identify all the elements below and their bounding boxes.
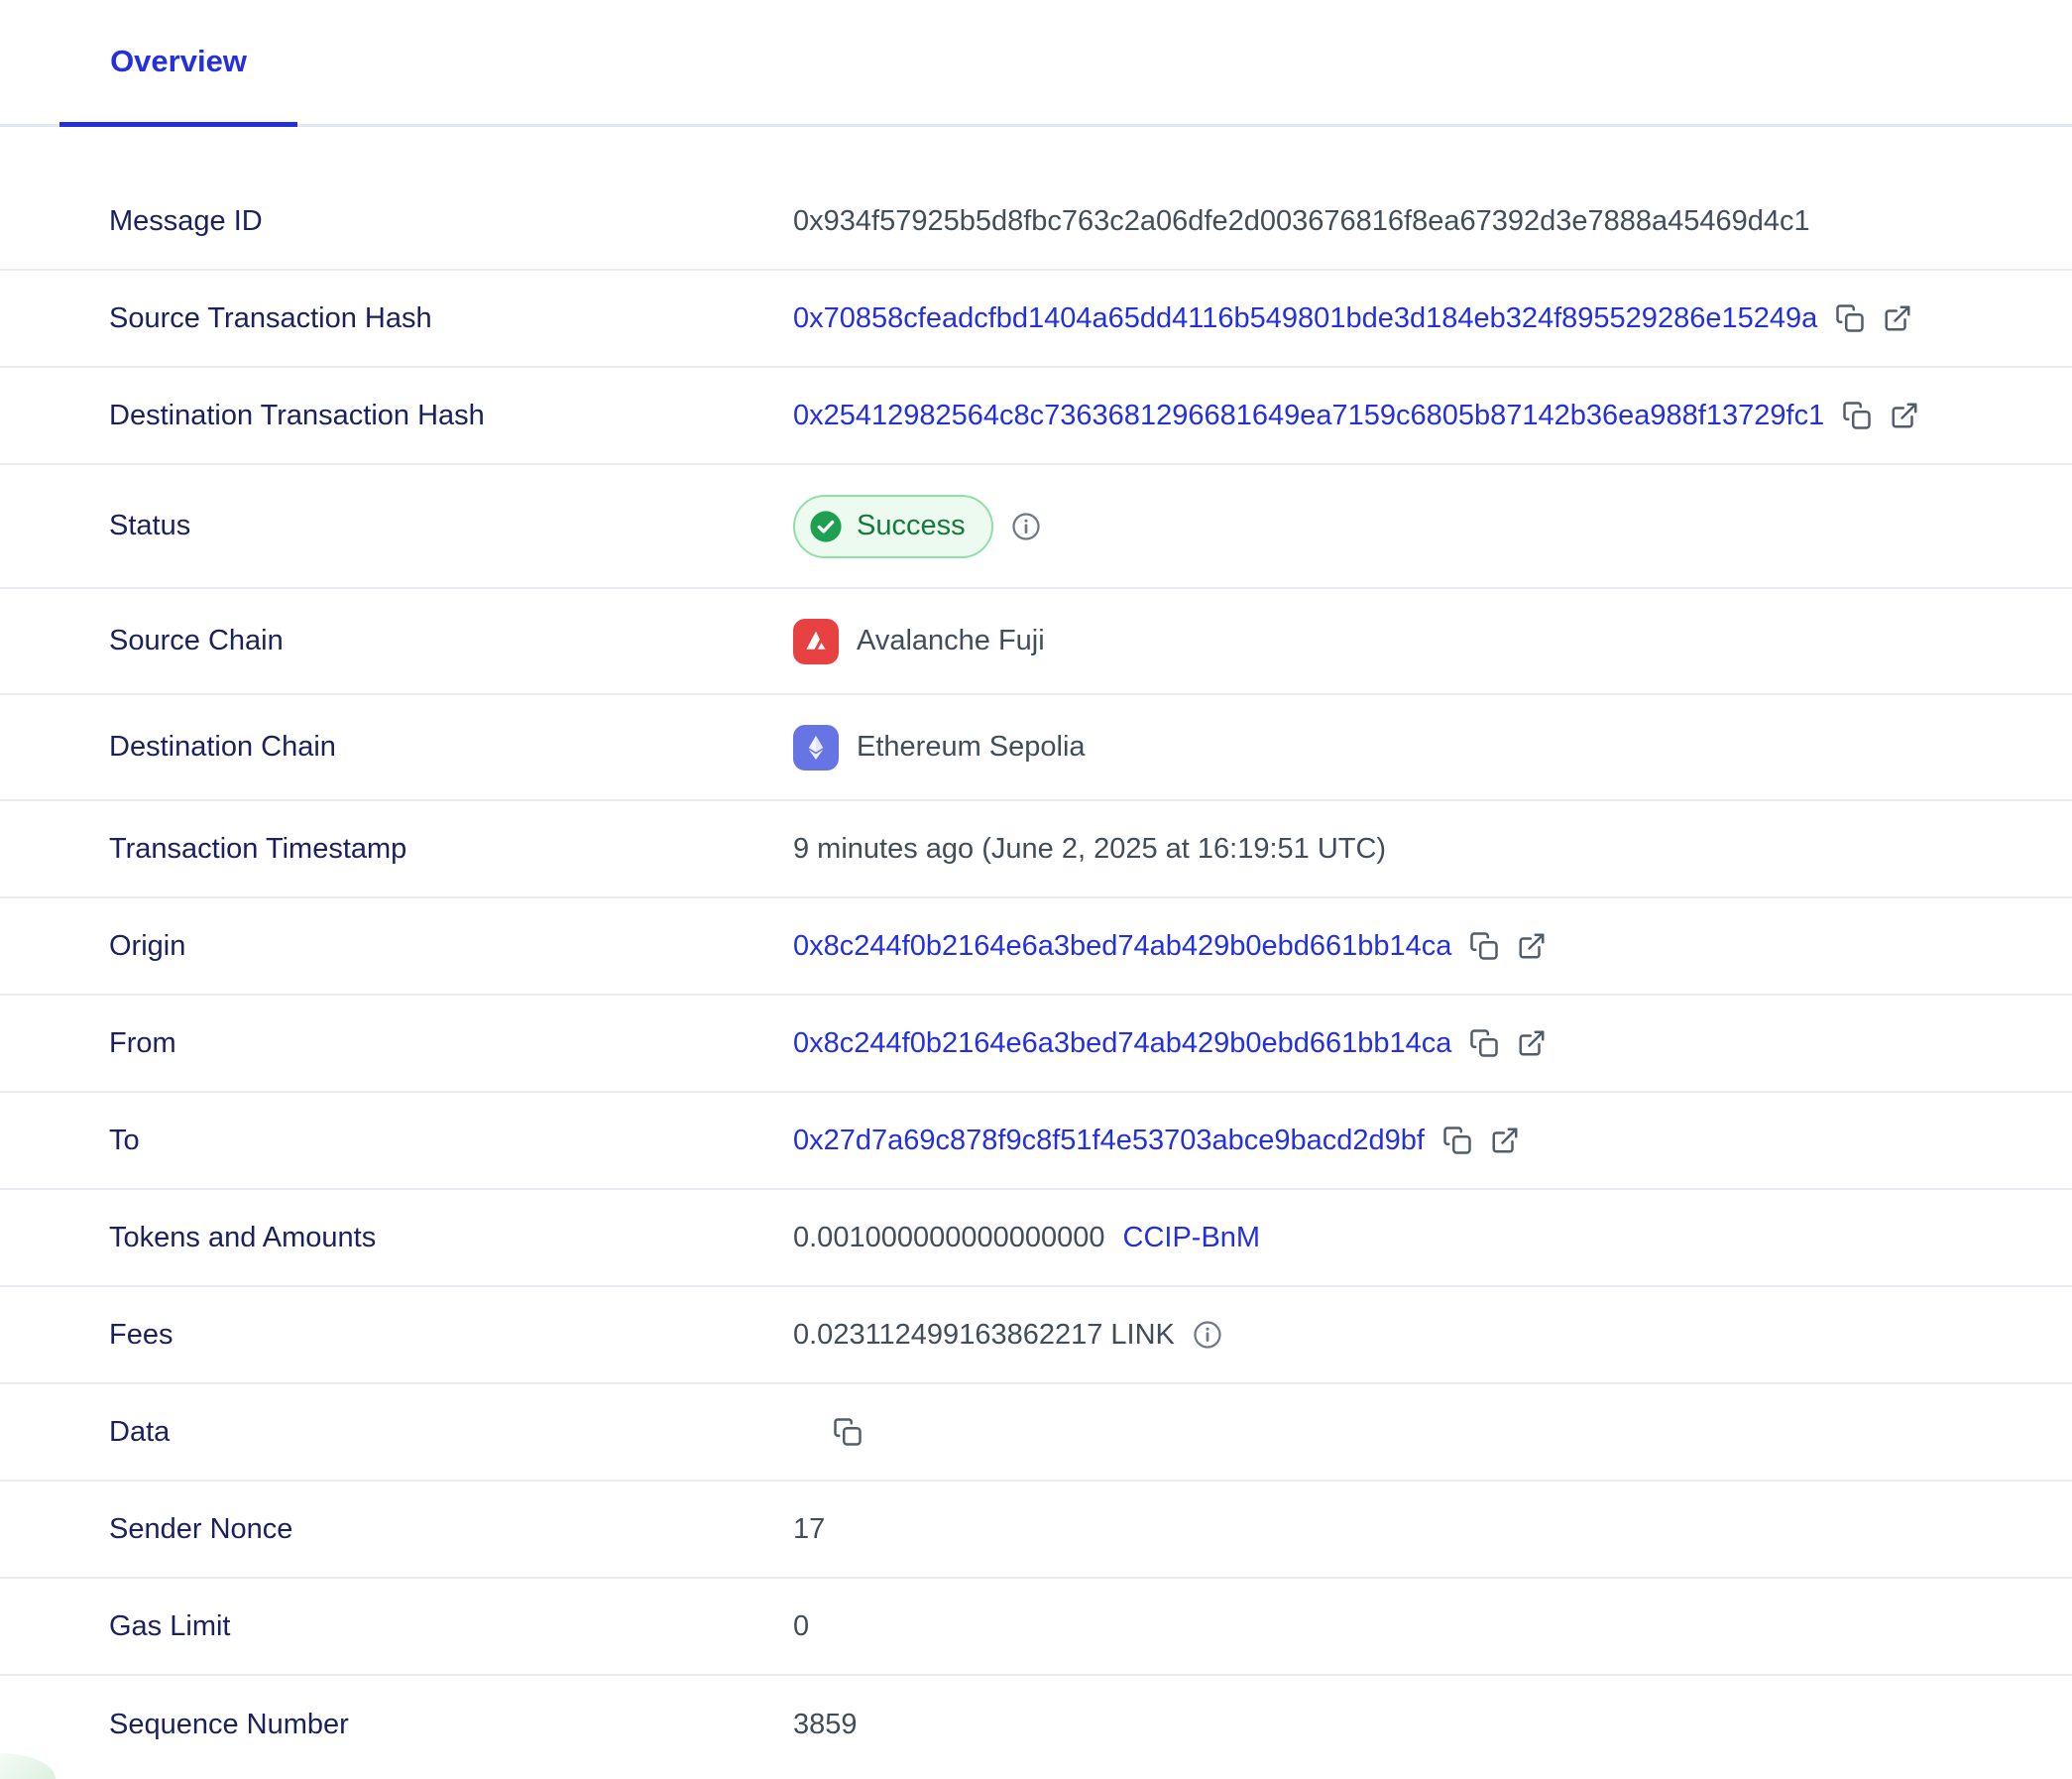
copy-icon[interactable] [833,1417,863,1447]
fees-value: 0.023112499163862217 LINK [793,1319,1175,1352]
copy-icon[interactable] [1469,931,1499,961]
token-symbol-link[interactable]: CCIP-BnM [1123,1222,1261,1254]
to-label: To [109,1125,793,1157]
message-id-value: 0x934f57925b5d8fbc763c2a06dfe2d003676816… [793,205,1810,238]
transaction-timestamp-value: 9 minutes ago (June 2, 2025 at 16:19:51 … [793,833,1386,866]
info-icon[interactable] [1011,512,1041,541]
row-source-tx-hash: Source Transaction Hash 0x70858cfeadcfbd… [0,271,2072,368]
status-label: Status [109,510,793,542]
info-icon[interactable] [1193,1320,1222,1350]
row-destination-chain: Destination Chain Ethereum Sepolia [0,695,2072,801]
source-chain-label: Source Chain [109,625,793,657]
destination-chain-label: Destination Chain [109,731,793,764]
row-gas-limit: Gas Limit 0 [0,1579,2072,1676]
status-badge-label: Success [857,510,966,542]
external-link-icon[interactable] [1517,931,1547,961]
row-status: Status Success [0,465,2072,589]
destination-chain-value: Ethereum Sepolia [857,731,1086,764]
external-link-icon[interactable] [1883,303,1912,333]
tab-overview-label: Overview [110,44,247,79]
transaction-details-table: Message ID 0x934f57925b5d8fbc763c2a06dfe… [0,174,2072,1773]
source-chain-value: Avalanche Fuji [857,625,1045,657]
copy-icon[interactable] [1442,1126,1472,1155]
ethereum-logo-icon [793,725,839,771]
token-amount-value: 0.001000000000000000 [793,1222,1105,1254]
gas-limit-value: 0 [793,1610,809,1643]
check-circle-icon [809,510,843,543]
copy-icon[interactable] [1835,303,1865,333]
source-tx-hash-label: Source Transaction Hash [109,302,793,335]
copy-icon[interactable] [1842,401,1872,430]
origin-label: Origin [109,930,793,963]
tab-bar: Overview [0,0,2072,127]
to-address-link[interactable]: 0x27d7a69c878f9c8f51f4e53703abce9bacd2d9… [793,1125,1425,1157]
data-label: Data [109,1416,793,1449]
row-transaction-timestamp: Transaction Timestamp 9 minutes ago (Jun… [0,801,2072,898]
sequence-number-value: 3859 [793,1709,858,1741]
sender-nonce-value: 17 [793,1513,825,1546]
sequence-number-label: Sequence Number [109,1709,793,1741]
row-data: Data [0,1384,2072,1482]
from-label: From [109,1027,793,1060]
row-source-chain: Source Chain Avalanche Fuji [0,589,2072,695]
transaction-timestamp-label: Transaction Timestamp [109,833,793,866]
source-tx-hash-link[interactable]: 0x70858cfeadcfbd1404a65dd4116b549801bde3… [793,302,1817,335]
tokens-and-amounts-label: Tokens and Amounts [109,1222,793,1254]
external-link-icon[interactable] [1890,401,1919,430]
status-badge: Success [793,495,993,558]
origin-address-link[interactable]: 0x8c244f0b2164e6a3bed74ab429b0ebd661bb14… [793,930,1451,963]
row-fees: Fees 0.023112499163862217 LINK [0,1287,2072,1384]
ccip-transaction-overview-page: Overview Message ID 0x934f57925b5d8fbc76… [0,0,2072,1779]
row-origin: Origin 0x8c244f0b2164e6a3bed74ab429b0ebd… [0,898,2072,996]
tab-overview[interactable]: Overview [59,0,297,127]
row-message-id: Message ID 0x934f57925b5d8fbc763c2a06dfe… [0,174,2072,271]
destination-tx-hash-label: Destination Transaction Hash [109,400,793,432]
message-id-label: Message ID [109,205,793,238]
from-address-link[interactable]: 0x8c244f0b2164e6a3bed74ab429b0ebd661bb14… [793,1027,1451,1060]
copy-icon[interactable] [1469,1028,1499,1058]
row-tokens-and-amounts: Tokens and Amounts 0.001000000000000000 … [0,1190,2072,1287]
gas-limit-label: Gas Limit [109,1610,793,1643]
external-link-icon[interactable] [1490,1126,1520,1155]
row-to: To 0x27d7a69c878f9c8f51f4e53703abce9bacd… [0,1093,2072,1190]
row-sequence-number: Sequence Number 3859 [0,1676,2072,1773]
fees-label: Fees [109,1319,793,1352]
row-sender-nonce: Sender Nonce 17 [0,1482,2072,1579]
row-destination-tx-hash: Destination Transaction Hash 0x254129825… [0,368,2072,465]
avalanche-logo-icon [793,619,839,664]
external-link-icon[interactable] [1517,1028,1547,1058]
sender-nonce-label: Sender Nonce [109,1513,793,1546]
destination-tx-hash-link[interactable]: 0x25412982564c8c7363681296681649ea7159c6… [793,400,1824,432]
row-from: From 0x8c244f0b2164e6a3bed74ab429b0ebd66… [0,996,2072,1093]
